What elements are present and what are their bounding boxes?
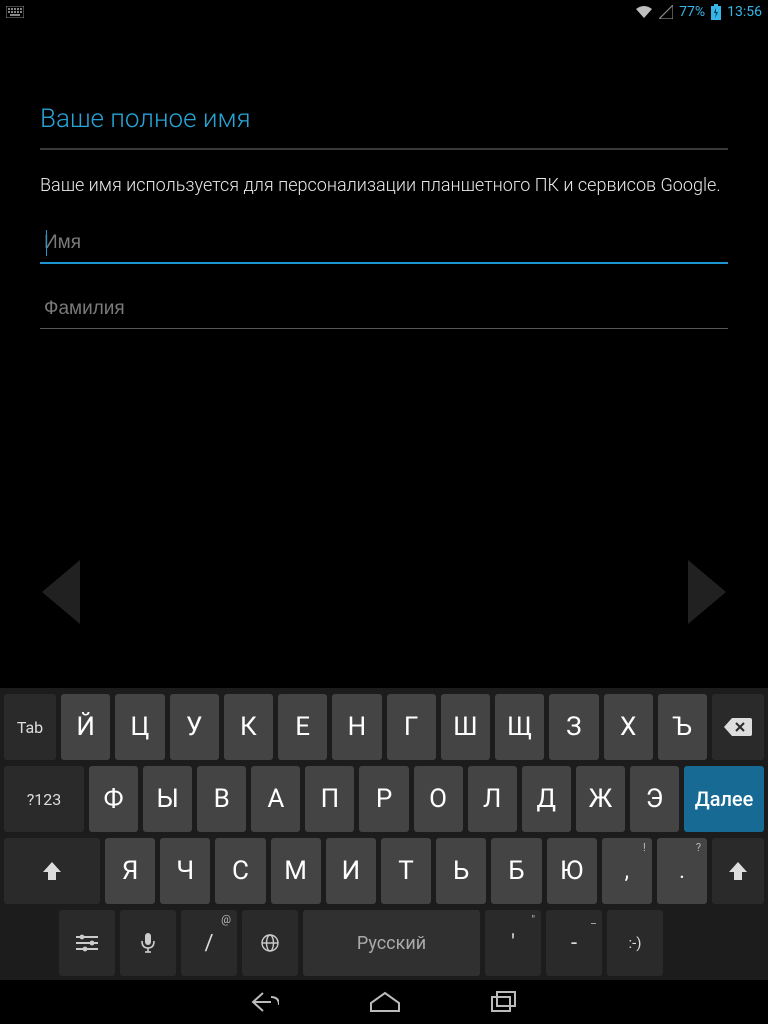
- key-voice-input[interactable]: [120, 910, 176, 976]
- battery-charging-icon: [711, 4, 721, 20]
- key-spacebar[interactable]: Русский: [303, 910, 480, 976]
- last-name-field[interactable]: [40, 292, 728, 329]
- key-letter[interactable]: Е: [278, 694, 327, 760]
- key-letter[interactable]: Т: [381, 838, 431, 904]
- key-letter[interactable]: Й: [61, 694, 110, 760]
- key-backspace[interactable]: [712, 694, 764, 760]
- key-letter[interactable]: Д: [522, 766, 571, 832]
- key-letter[interactable]: М: [271, 838, 321, 904]
- key-letter[interactable]: Э: [630, 766, 679, 832]
- key-shift-left[interactable]: [4, 838, 100, 904]
- keyboard-indicator-icon: [6, 6, 24, 18]
- setup-form: Ваше полное имя Ваше имя используется дл…: [0, 24, 768, 329]
- key-letter[interactable]: Ч: [160, 838, 210, 904]
- key-letter[interactable]: Ъ: [658, 694, 707, 760]
- key-input-options[interactable]: [59, 910, 115, 976]
- key-apostrophe[interactable]: " ': [485, 910, 541, 976]
- key-letter[interactable]: У: [170, 694, 219, 760]
- key-language-switch[interactable]: [242, 910, 298, 976]
- status-bar: 77% 13:56: [0, 0, 768, 24]
- page-description: Ваше имя используется для персонализации…: [40, 174, 728, 198]
- clock: 13:56: [727, 4, 762, 20]
- key-symbols[interactable]: ?123: [4, 766, 84, 832]
- key-comma[interactable]: !,: [602, 838, 652, 904]
- nav-home-icon[interactable]: [369, 991, 401, 1013]
- key-letter[interactable]: Щ: [495, 694, 544, 760]
- key-letter[interactable]: Р: [359, 766, 408, 832]
- back-arrow[interactable]: [42, 560, 80, 624]
- forward-arrow[interactable]: [688, 560, 726, 624]
- key-shift-right[interactable]: [712, 838, 764, 904]
- key-letter[interactable]: Ь: [436, 838, 486, 904]
- spacer: [4, 910, 54, 976]
- key-letter[interactable]: С: [215, 838, 265, 904]
- key-letter[interactable]: З: [549, 694, 598, 760]
- first-name-field-wrap: [40, 226, 728, 264]
- onscreen-keyboard: Tab Й Ц У К Е Н Г Ш Щ З Х Ъ ?123 Ф Ы В А…: [0, 688, 768, 980]
- nav-back-icon[interactable]: [251, 991, 279, 1013]
- key-dash[interactable]: _ -: [546, 910, 602, 976]
- key-letter[interactable]: В: [197, 766, 246, 832]
- key-slash[interactable]: @ /: [181, 910, 237, 976]
- last-name-field-wrap: [40, 292, 728, 329]
- key-letter[interactable]: Ф: [89, 766, 138, 832]
- key-period[interactable]: ?.: [657, 838, 707, 904]
- key-letter[interactable]: Г: [387, 694, 436, 760]
- key-letter[interactable]: Л: [468, 766, 517, 832]
- key-letter[interactable]: И: [326, 838, 376, 904]
- system-nav-bar: [0, 980, 768, 1024]
- wizard-nav: [0, 560, 768, 624]
- cell-signal-icon: [659, 5, 673, 19]
- nav-recent-icon[interactable]: [491, 991, 517, 1013]
- key-emoticon[interactable]: :-): [607, 910, 663, 976]
- page-title: Ваше полное имя: [40, 104, 728, 150]
- wifi-icon: [635, 5, 653, 19]
- key-letter[interactable]: Ж: [576, 766, 625, 832]
- key-letter[interactable]: К: [224, 694, 273, 760]
- key-letter[interactable]: А: [251, 766, 300, 832]
- key-tab[interactable]: Tab: [4, 694, 56, 760]
- first-name-field[interactable]: [40, 226, 728, 264]
- key-letter[interactable]: Х: [604, 694, 653, 760]
- key-letter[interactable]: Я: [105, 838, 155, 904]
- key-letter[interactable]: Н: [332, 694, 381, 760]
- text-cursor: [46, 230, 47, 256]
- key-letter[interactable]: О: [414, 766, 463, 832]
- key-letter[interactable]: Ы: [143, 766, 192, 832]
- key-letter[interactable]: Ю: [547, 838, 597, 904]
- spacer: [668, 910, 764, 976]
- key-next[interactable]: Далее: [684, 766, 764, 832]
- key-letter[interactable]: Б: [491, 838, 541, 904]
- key-letter[interactable]: Ц: [115, 694, 164, 760]
- key-letter[interactable]: Ш: [441, 694, 490, 760]
- battery-percent: 77%: [679, 4, 705, 20]
- key-letter[interactable]: П: [305, 766, 354, 832]
